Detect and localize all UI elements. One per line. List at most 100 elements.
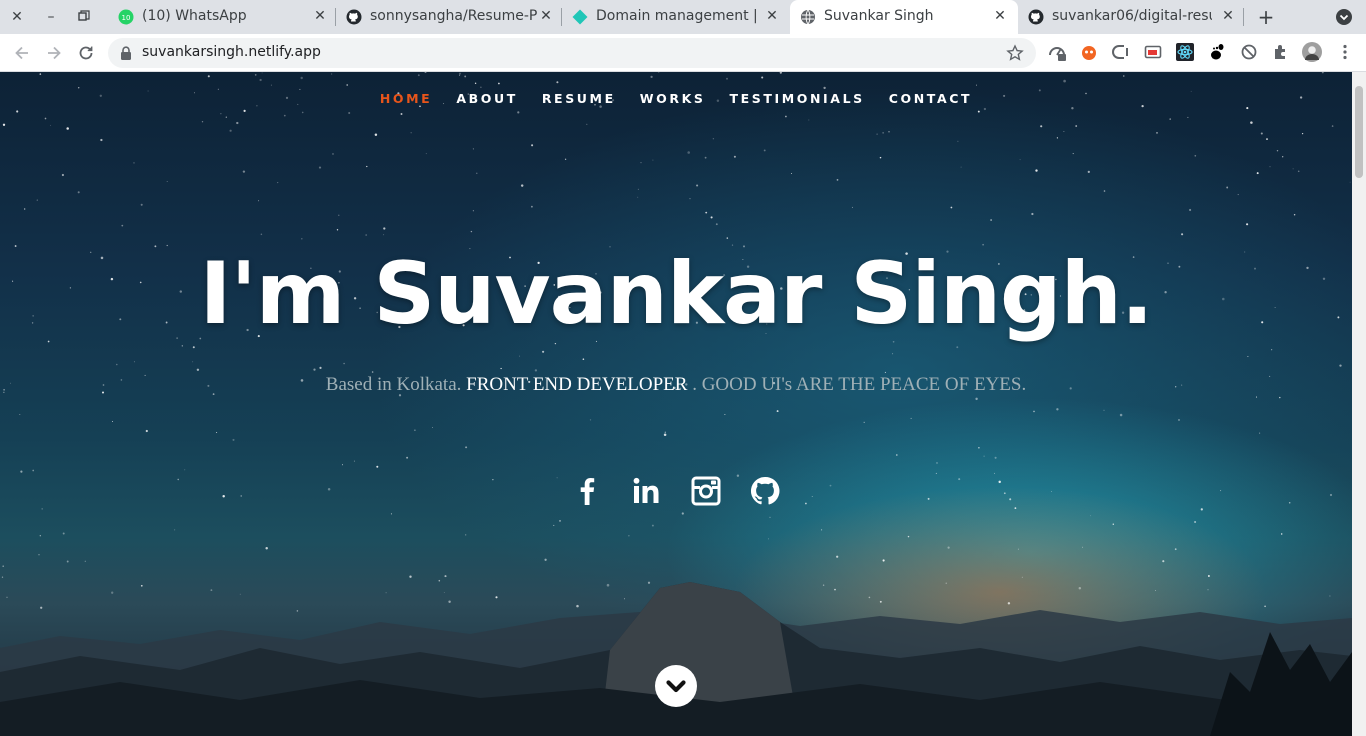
page-scrollbar[interactable]	[1352, 72, 1366, 736]
star	[1194, 154, 1197, 157]
star	[1292, 168, 1294, 170]
github-icon[interactable]	[748, 474, 782, 508]
tab-close-icon[interactable]: ✕	[538, 8, 554, 24]
gnome-extension-icon[interactable]	[1208, 43, 1226, 61]
tab-search-icon[interactable]	[1335, 8, 1353, 26]
react-devtools-icon[interactable]	[1176, 43, 1194, 61]
tab-close-icon[interactable]: ✕	[992, 8, 1008, 24]
forward-icon[interactable]	[44, 43, 64, 63]
star	[184, 469, 186, 471]
scrollbar-thumb[interactable]	[1355, 86, 1363, 178]
star	[1175, 386, 1177, 388]
star	[1259, 432, 1261, 434]
star	[121, 224, 124, 227]
minimize-window-icon[interactable]: –	[42, 8, 60, 26]
star	[465, 534, 467, 536]
nav-about[interactable]: ABOUT	[456, 91, 518, 106]
star	[196, 368, 200, 372]
nav-resume[interactable]: RESUME	[542, 91, 616, 106]
star	[882, 132, 884, 134]
ublock-origin-icon[interactable]	[1080, 43, 1098, 61]
star	[259, 78, 262, 82]
tab-close-icon[interactable]: ✕	[1220, 8, 1236, 24]
star	[474, 82, 477, 85]
profile-avatar[interactable]	[1302, 42, 1322, 62]
star	[366, 165, 368, 168]
star	[657, 72, 660, 73]
star	[1035, 169, 1038, 172]
star	[1269, 375, 1271, 377]
star	[1250, 121, 1253, 124]
star	[39, 73, 42, 75]
extensions-puzzle-icon[interactable]	[1272, 43, 1290, 61]
browser-tab-strip: ✕ – 10 (10) WhatsApp ✕ sonnysangha/Resum…	[0, 0, 1366, 34]
star	[102, 391, 104, 394]
tab-github-resume[interactable]: sonnysangha/Resume-P ✕	[336, 0, 562, 34]
linkedin-icon[interactable]	[629, 474, 663, 508]
codepen-extension-icon[interactable]	[1112, 43, 1130, 61]
star	[1019, 159, 1021, 161]
star	[1063, 79, 1066, 83]
star	[220, 113, 222, 115]
star	[1056, 137, 1059, 139]
restore-window-icon[interactable]	[74, 8, 92, 26]
star	[2, 123, 6, 126]
star	[277, 182, 279, 184]
hero-section: HOME ABOUT RESUME WORKS TESTIMONIALS CONTACT …	[0, 72, 1352, 736]
star	[652, 159, 654, 161]
star	[44, 117, 47, 120]
tab-close-icon[interactable]: ✕	[764, 8, 780, 24]
star	[808, 119, 810, 121]
hero-subtitle-tagline: . GOOD UI's ARE THE PEACE OF EYES.	[687, 374, 1027, 395]
browser-toolbar: suvankarsingh.netlify.app	[0, 34, 1366, 72]
star	[910, 417, 912, 419]
star	[133, 361, 135, 363]
star	[374, 133, 378, 137]
star	[192, 361, 194, 363]
star	[216, 431, 218, 434]
tab-github-digital-resume[interactable]: suvankar06/digital-resu ✕	[1018, 0, 1244, 34]
star	[254, 74, 257, 76]
scroll-down-button[interactable]	[655, 665, 697, 707]
star	[1082, 546, 1084, 548]
star	[1087, 170, 1090, 174]
back-icon[interactable]	[12, 43, 32, 63]
nav-works[interactable]: WORKS	[640, 91, 706, 106]
star	[1103, 409, 1105, 411]
reload-icon[interactable]	[76, 43, 96, 63]
nav-contact[interactable]: CONTACT	[889, 91, 972, 106]
star	[1194, 520, 1197, 524]
star	[424, 72, 427, 74]
star	[498, 82, 500, 85]
star	[836, 179, 839, 181]
star	[301, 237, 303, 240]
screenshot-extension-icon[interactable]	[1144, 43, 1162, 61]
facebook-icon[interactable]	[570, 474, 604, 508]
nav-home[interactable]: HOME	[380, 91, 432, 106]
new-tab-button[interactable]: +	[1255, 7, 1277, 29]
block-extension-icon[interactable]	[1240, 43, 1258, 61]
tab-netlify-domain[interactable]: Domain management | S ✕	[562, 0, 788, 34]
bookmark-star-icon[interactable]	[1006, 44, 1024, 62]
star	[821, 529, 823, 531]
lock-icon[interactable]	[120, 46, 132, 60]
tab-close-icon[interactable]: ✕	[312, 8, 328, 24]
star	[710, 216, 713, 219]
star	[960, 166, 962, 168]
instagram-icon[interactable]	[689, 474, 723, 508]
star	[1178, 419, 1180, 421]
address-bar[interactable]: suvankarsingh.netlify.app	[108, 38, 1036, 68]
tab-whatsapp[interactable]: 10 (10) WhatsApp ✕	[108, 0, 336, 34]
close-window-icon[interactable]: ✕	[8, 8, 26, 26]
star	[640, 162, 642, 164]
tab-suvankar-singh[interactable]: Suvankar Singh ✕	[790, 0, 1018, 34]
nav-testimonials[interactable]: TESTIMONIALS	[729, 91, 864, 106]
star	[376, 465, 379, 468]
browser-menu-icon[interactable]	[1336, 43, 1354, 61]
star	[1269, 166, 1271, 168]
star	[383, 227, 386, 230]
star	[425, 153, 427, 155]
performance-extension-icon[interactable]	[1048, 43, 1066, 61]
star	[365, 234, 368, 236]
star	[1040, 125, 1043, 128]
